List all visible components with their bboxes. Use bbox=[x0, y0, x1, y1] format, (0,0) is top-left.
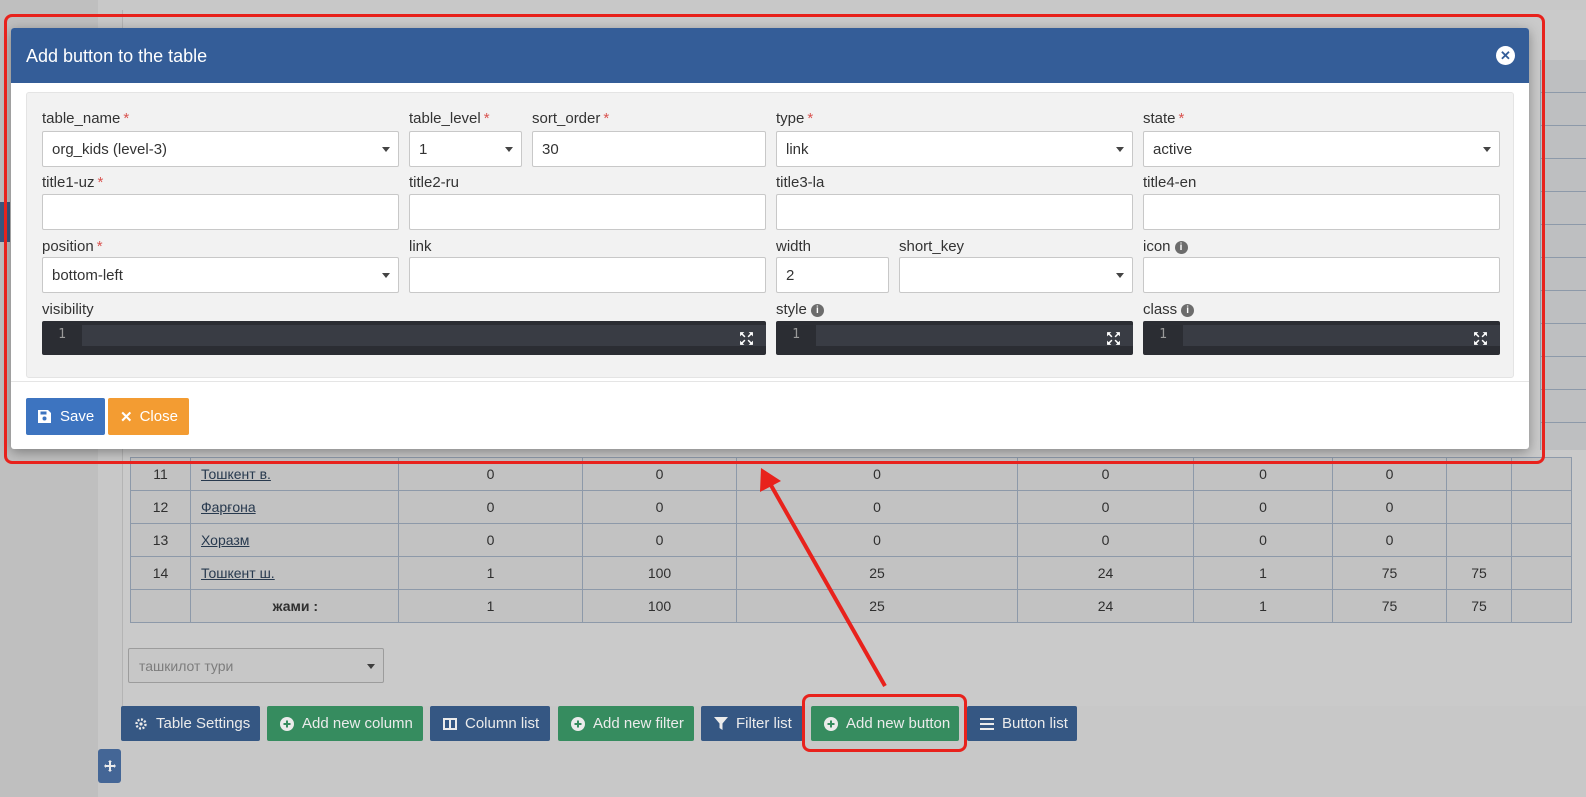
annotation-arrow bbox=[760, 468, 887, 687]
